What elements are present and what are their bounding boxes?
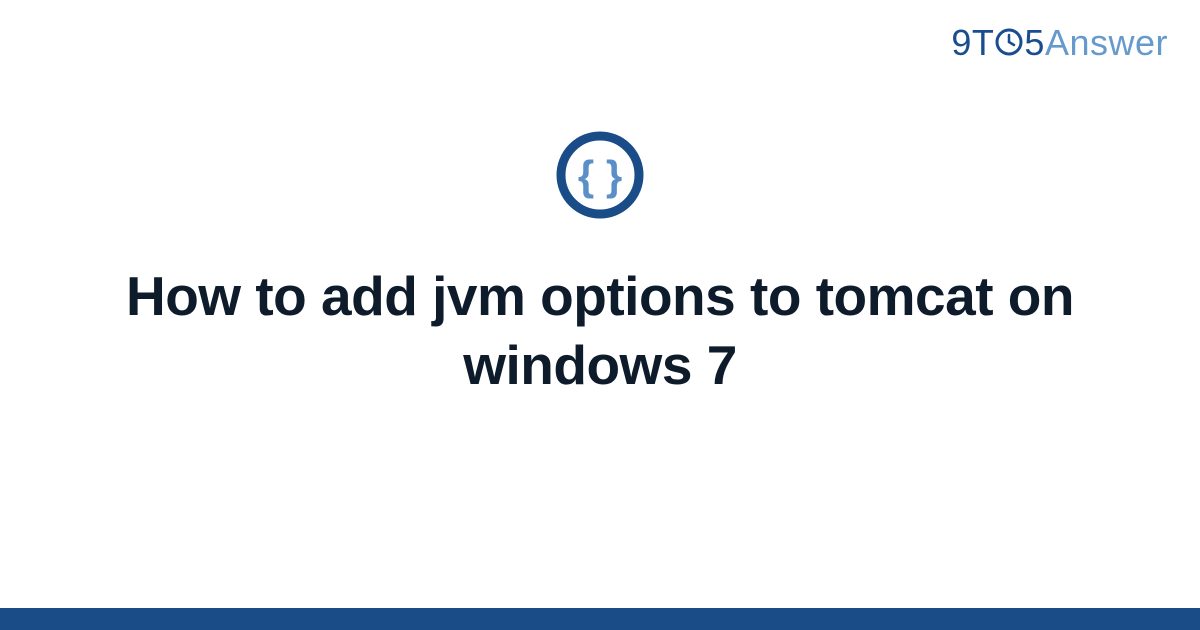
brand-five: 5 [1024, 22, 1045, 63]
svg-text:{ }: { } [578, 152, 622, 199]
brand-answer: Answer [1045, 22, 1168, 63]
brand-t: T [972, 22, 995, 63]
main-content: { } How to add jvm options to tomcat on … [0, 130, 1200, 400]
footer-bar [0, 608, 1200, 630]
brand-nine: 9 [951, 22, 972, 63]
brand-logo: 9T5Answer [951, 22, 1168, 64]
clock-icon [994, 24, 1024, 66]
page-title: How to add jvm options to tomcat on wind… [100, 262, 1100, 400]
code-braces-icon: { } [555, 130, 645, 220]
